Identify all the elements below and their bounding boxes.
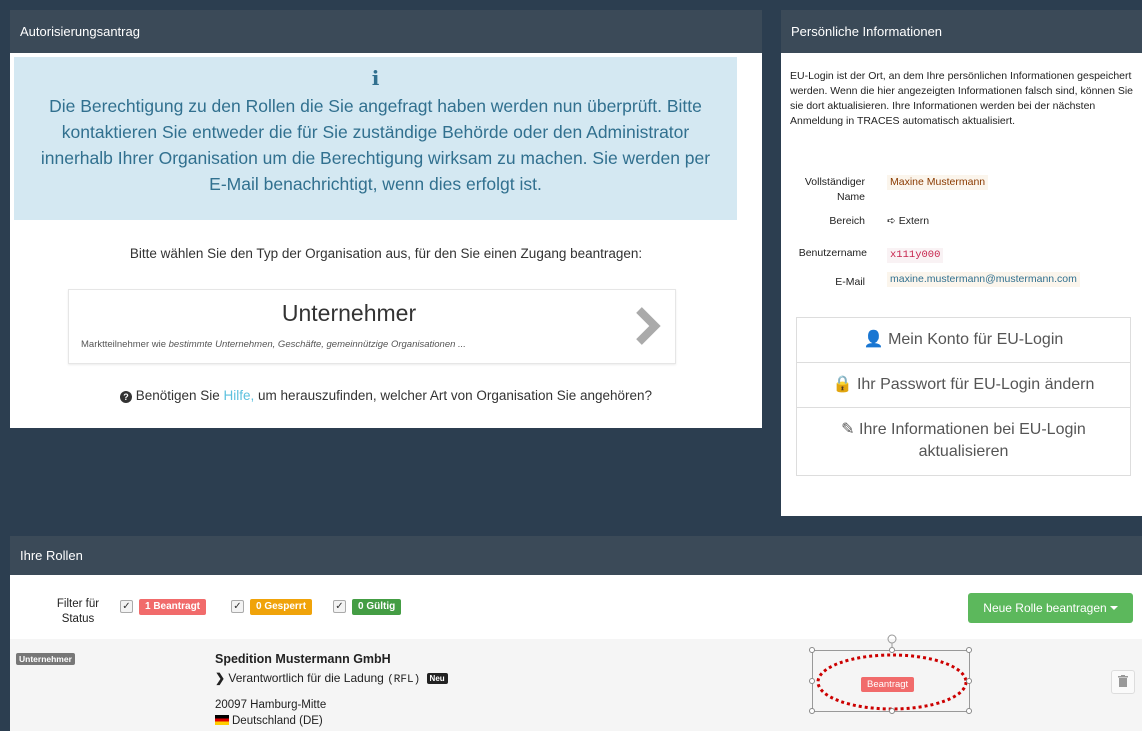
filter-requested-checkbox[interactable]: ✓ [120, 600, 133, 613]
filter-label: Filter für Status [56, 598, 100, 625]
role-type-badge: Unternehmer [16, 653, 75, 665]
org-type-card-unternehmer[interactable]: Unternehmer Marktteilnehmer wie bestimmt… [68, 289, 676, 364]
full-name-label: Vollständiger Name [804, 176, 865, 203]
help-link[interactable]: Hilfe, [224, 388, 255, 403]
user-icon: 👤 [863, 331, 884, 348]
caret-down-icon [1109, 606, 1118, 610]
username-label: Benutzername [798, 247, 867, 259]
filter-blocked-badge: 0 Gesperrt [250, 599, 313, 615]
roles-panel: Filter für Status ✓ 1 Beantragt ✓ 0 Gesp… [10, 575, 1142, 731]
lock-icon: 🔒 [832, 376, 853, 393]
change-password-link[interactable]: 🔒 Ihr Passwort für EU-Login ändern [797, 363, 1130, 408]
filter-requested-badge: 1 Beantragt [139, 599, 207, 615]
chevron-right-icon: ❯ [215, 671, 226, 685]
info-icon: i [371, 66, 380, 90]
info-message: Die Berechtigung zu den Rollen die Sie a… [40, 96, 711, 194]
personal-info-panel: Persönliche Informationen EU-Login ist d… [781, 10, 1142, 516]
help-line: ? Benötigen Sie Hilfe, um herauszufinden… [10, 388, 762, 403]
germany-flag-icon [215, 715, 229, 725]
question-circle-icon: ? [119, 391, 132, 403]
delete-role-button[interactable] [1111, 670, 1135, 694]
info-alert: i Die Berechtigung zu den Rollen die Sie… [14, 57, 737, 220]
email-value: maxine.mustermann@mustermann.com [887, 272, 1080, 287]
area-value: ➪ Extern [887, 215, 930, 227]
role-company: Spedition Mustermann GmbH [215, 652, 391, 666]
org-type-description: Marktteilnehmer wie bestimmte Unternehme… [81, 339, 466, 350]
new-role-button[interactable]: Neue Rolle beantragen [968, 593, 1133, 623]
role-address: 20097 Hamburg-Mitte Deutschland (DE) [215, 699, 327, 727]
personal-info-intro: EU-Login ist der Ort, an dem Ihre persön… [790, 70, 1134, 127]
pencil-icon: ✎ [841, 421, 855, 438]
new-badge: Neu [426, 673, 448, 684]
filter-valid-checkbox[interactable]: ✓ [333, 600, 346, 613]
org-type-title: Unternehmer [281, 300, 417, 326]
filter-valid-badge: 0 Gültig [352, 599, 402, 615]
trash-icon [1118, 675, 1128, 687]
my-account-link[interactable]: 👤 Mein Konto für EU-Login [797, 318, 1130, 363]
panel-title: Autorisierungsantrag [10, 10, 762, 53]
filter-blocked-checkbox[interactable]: ✓ [231, 600, 244, 613]
full-name-value: Maxine Mustermann [887, 175, 989, 190]
choose-org-text: Bitte wählen Sie den Typ der Organisatio… [129, 246, 643, 261]
email-label: E-Mail [835, 276, 865, 288]
panel-title: Persönliche Informationen [781, 10, 1142, 53]
role-row: Unternehmer Spedition Mustermann GmbH ❯ … [10, 639, 1142, 731]
chevron-right-icon [636, 307, 661, 345]
username-value: x111y000 [887, 248, 944, 263]
eu-login-actions: 👤 Mein Konto für EU-Login 🔒 Ihr Passwort… [796, 317, 1131, 476]
role-status-badge: Beantragt [861, 677, 915, 692]
update-info-link[interactable]: ✎ Ihre Informationen bei EU-Login aktual… [797, 408, 1130, 475]
area-label: Bereich [829, 215, 865, 227]
sign-out-icon: ➪ [887, 215, 896, 227]
role-responsibility: ❯ Verantwortlich für die Ladung (RFL) Ne… [215, 671, 448, 686]
roles-title: Ihre Rollen [10, 536, 1142, 575]
